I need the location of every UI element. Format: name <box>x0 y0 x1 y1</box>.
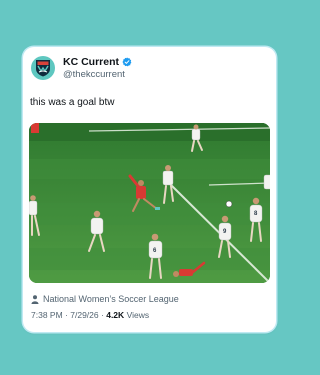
display-name[interactable]: KC Current <box>63 56 119 68</box>
tweet-date[interactable]: 7/29/26 <box>70 310 98 320</box>
location-label: National Women’s Soccer League <box>43 294 179 304</box>
person-icon <box>31 294 39 304</box>
views-label: Views <box>126 310 150 320</box>
tweet-time[interactable]: 7:38 PM <box>31 310 63 320</box>
meta-separator: · <box>65 310 68 320</box>
tweet-card[interactable]: KC Current @thekccurrent this was a goal… <box>23 47 276 332</box>
location-row[interactable]: National Women’s Soccer League <box>31 294 179 304</box>
kc-current-crest-icon <box>36 60 50 77</box>
tweet-meta: 7:38 PM · 7/29/26 · 4.2K Views <box>31 310 149 320</box>
verified-badge-icon <box>122 57 132 67</box>
soccer-match-photo: 9 8 6 <box>29 123 270 283</box>
views-count: 4.2K <box>106 310 125 320</box>
tweet-media-image[interactable]: 9 8 6 <box>29 123 270 283</box>
user-handle[interactable]: @thekccurrent <box>63 69 125 80</box>
author-name-row: KC Current <box>63 56 132 68</box>
tweet-text: this was a goal btw <box>30 97 115 108</box>
meta-separator: · <box>101 310 104 320</box>
avatar[interactable] <box>31 56 55 80</box>
